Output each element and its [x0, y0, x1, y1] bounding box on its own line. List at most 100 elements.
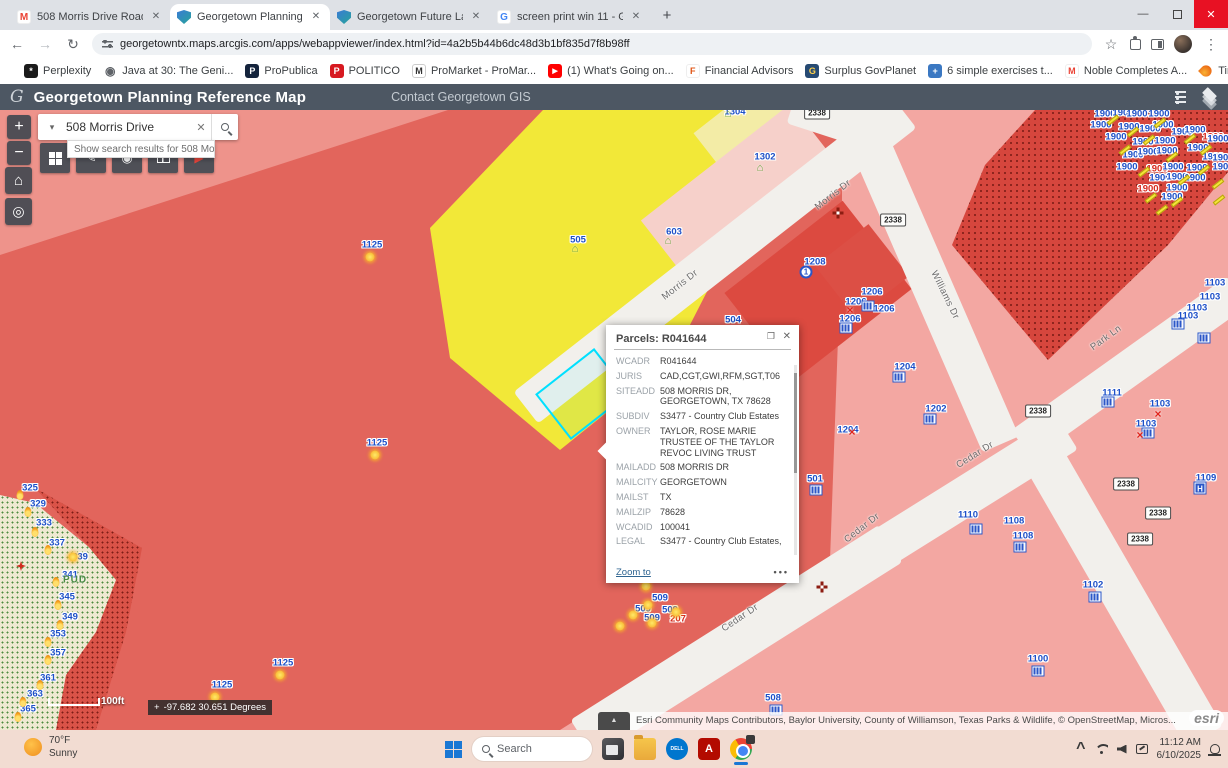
bookmark-item[interactable]: P ProPublica	[239, 61, 323, 81]
parcel-address-label: 509	[635, 604, 651, 615]
popup-titlebar[interactable]: Parcels: R041644 ❐ ✕	[606, 325, 799, 350]
taskbar-chrome[interactable]	[730, 738, 752, 760]
weather-desc: Sunny	[49, 747, 77, 760]
bookmark-item[interactable]: MNoble Completes A...	[1059, 61, 1193, 81]
popup-attribute-list: WCADRR041644JURISCAD,CGT,GWI,RFM,SGT,T06…	[606, 350, 799, 546]
restore-icon[interactable]	[1160, 0, 1194, 28]
weather-temp: 70°F	[49, 734, 77, 747]
new-tab-button[interactable]: +	[656, 5, 678, 27]
tab-close-icon[interactable]: ✕	[629, 10, 643, 24]
field-value: TX	[660, 492, 787, 503]
close-icon[interactable]: ✕	[1194, 0, 1228, 28]
tab-close-icon[interactable]: ✕	[149, 10, 163, 24]
popup-field-row: MAILADD508 MORRIS DR	[616, 462, 787, 473]
basemap-grid-icon	[49, 152, 62, 165]
taskbar-app-snipping[interactable]	[602, 738, 624, 760]
time-text: 11:12 AM	[1157, 736, 1202, 749]
map-search-widget: ▾ 508 Morris Drive ✕	[38, 114, 238, 140]
legend-icon[interactable]	[1169, 91, 1186, 104]
propublica-icon: P	[245, 64, 259, 78]
bookmark-item[interactable]: GSurplus GovPlanet	[799, 61, 922, 81]
bookmark-label: ProPublica	[264, 65, 317, 77]
bookmark-item[interactable]: ▶(1) What's Going on...	[542, 61, 680, 81]
field-value: 508 MORRIS DR, GEORGETOWN, TX 78628	[660, 386, 787, 408]
side-panel-icon[interactable]	[1151, 39, 1164, 50]
search-icon	[482, 745, 490, 753]
minimize-icon[interactable]: —	[1126, 0, 1160, 28]
tray-chevron-icon[interactable]: ^	[1076, 740, 1085, 758]
clear-search-icon[interactable]: ✕	[191, 121, 211, 134]
start-button[interactable]	[445, 741, 462, 758]
bookmark-item[interactable]: MProMarket - ProMar...	[406, 61, 542, 81]
bookmark-item[interactable]: +6 simple exercises t...	[922, 61, 1059, 81]
bookmark-label: ProMarket - ProMar...	[431, 65, 536, 77]
url-text: georgetowntx.maps.arcgis.com/apps/webapp…	[120, 38, 630, 50]
zoom-to-link[interactable]: Zoom to	[616, 567, 651, 578]
zoom-in-button[interactable]: +	[7, 115, 31, 139]
attribute-table-toggle[interactable]: ▲	[598, 712, 630, 730]
taskbar-acrobat[interactable]: A	[698, 738, 720, 760]
search-input[interactable]: 508 Morris Drive	[66, 120, 191, 134]
speaker-icon[interactable]	[1117, 745, 1127, 754]
popup-more-actions[interactable]: •••	[774, 567, 789, 577]
bookmark-item[interactable]: Tina Browns Diary	[1193, 61, 1228, 81]
weather-widget[interactable]: 70°F Sunny	[24, 734, 77, 760]
browser-tab[interactable]: Georgetown Planning Referenc✕	[170, 4, 330, 30]
perplexity-icon: *	[24, 64, 38, 78]
taskbar-dell-app[interactable]: DELL	[666, 738, 688, 760]
profile-avatar[interactable]	[1174, 35, 1192, 53]
taskbar-clock[interactable]: 11:12 AM 6/10/2025	[1157, 736, 1202, 762]
forward-icon[interactable]: →	[36, 36, 54, 52]
extensions-icon[interactable]	[1130, 39, 1141, 50]
browser-tab[interactable]: Gscreen print win 11 - Google S✕	[490, 4, 650, 30]
tab-title: 508 Morris Drive Roadway Plan	[37, 11, 143, 23]
notifications-icon[interactable]	[1210, 744, 1220, 754]
taskbar-file-explorer[interactable]	[634, 738, 656, 760]
sun-marker	[648, 619, 657, 628]
search-suggestion[interactable]: Show search results for 508 Mo...	[67, 140, 215, 158]
popup-close-icon[interactable]: ✕	[783, 331, 791, 342]
reload-icon[interactable]: ↻	[64, 36, 82, 53]
browser-tab[interactable]: Georgetown Future Land Use ✕	[330, 4, 490, 30]
map-canvas[interactable]: 1304130250560350412081206120612061206120…	[0, 110, 1228, 730]
bookmark-item[interactable]: ◉Java at 30: The Geni...	[97, 61, 239, 81]
bookmark-label: POLITICO	[349, 65, 400, 77]
zoom-out-button[interactable]: −	[7, 141, 31, 165]
search-source-dropdown[interactable]: ▾	[38, 122, 66, 133]
sun-marker	[672, 608, 681, 617]
sun-marker	[371, 451, 380, 460]
tab-close-icon[interactable]: ✕	[309, 10, 323, 24]
field-value: R041644	[660, 356, 787, 367]
popup-scrollbar-thumb[interactable]	[794, 373, 797, 473]
contact-link[interactable]: Contact Georgetown GIS	[391, 90, 531, 104]
tab-close-icon[interactable]: ✕	[469, 10, 483, 24]
menu-icon[interactable]: ⋮	[1202, 36, 1220, 53]
bookmark-label: 6 simple exercises t...	[947, 65, 1053, 77]
globe-icon: ◉	[103, 64, 117, 78]
wifi-icon[interactable]	[1095, 744, 1108, 754]
bookmark-item[interactable]: *Perplexity	[18, 61, 97, 81]
bookmark-item[interactable]: FFinancial Advisors	[680, 61, 800, 81]
address-bar[interactable]: georgetowntx.maps.arcgis.com/apps/webapp…	[92, 33, 1092, 55]
my-location-button[interactable]: ◎	[5, 198, 32, 225]
tab-title: Georgetown Future Land Use	[357, 11, 463, 23]
popup-field-row: MAILSTTX	[616, 492, 787, 503]
popup-maximize-icon[interactable]: ❐	[767, 331, 775, 342]
sun-marker	[629, 611, 638, 620]
back-icon[interactable]: ←	[8, 36, 26, 52]
search-icon	[221, 123, 229, 131]
site-settings-icon[interactable]	[102, 40, 113, 49]
app-header: G Georgetown Planning Reference Map Cont…	[0, 84, 1228, 110]
taskbar-search[interactable]: Search	[472, 737, 592, 761]
basemap-gallery-button[interactable]	[40, 143, 70, 173]
bookmark-item[interactable]: PPOLITICO	[324, 61, 406, 81]
active-app-indicator	[734, 762, 748, 765]
pen-input-icon[interactable]	[1136, 744, 1148, 754]
search-button[interactable]	[211, 114, 238, 140]
map-attribution: Esri Community Maps Contributors, Baylor…	[630, 712, 1228, 730]
bookmark-star-icon[interactable]: ☆	[1102, 36, 1120, 53]
home-extent-button[interactable]: ⌂	[5, 167, 32, 194]
bookmark-label: Surplus GovPlanet	[824, 65, 916, 77]
browser-tab[interactable]: M508 Morris Drive Roadway Plan✕	[10, 4, 170, 30]
layers-icon[interactable]	[1202, 90, 1218, 104]
